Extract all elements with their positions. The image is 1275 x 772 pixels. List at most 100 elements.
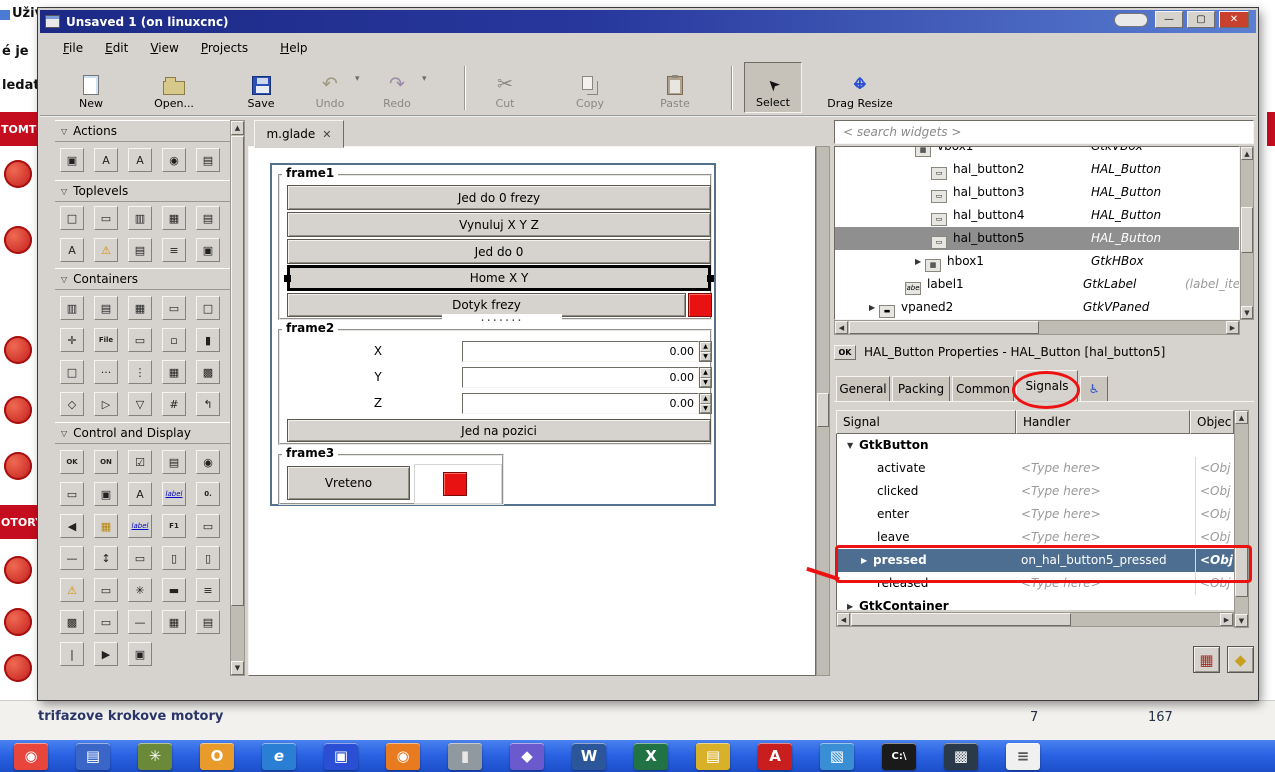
palette-spinbutton-icon[interactable]: 0. <box>196 482 220 506</box>
expander-icon[interactable]: ▶ <box>847 595 859 610</box>
expander-icon[interactable]: ▶ <box>869 296 879 319</box>
open-button[interactable]: Open... <box>143 62 205 113</box>
spin-up-icon[interactable]: ▲ <box>700 394 711 404</box>
palette-widget-icon[interactable]: ▤ <box>162 450 186 474</box>
window-extra-button[interactable] <box>1114 13 1148 27</box>
palette-widget-icon[interactable]: ▩ <box>196 360 220 384</box>
spin-up-icon[interactable]: ▲ <box>700 368 711 378</box>
signal-row-released[interactable]: released <Type here> <Obj <box>837 572 1234 595</box>
scroll-right-icon[interactable]: ▶ <box>1220 613 1233 626</box>
scroll-up-icon[interactable]: ▲ <box>1241 147 1253 160</box>
undo-button[interactable]: ↶ Undo <box>307 62 353 113</box>
palette-widget-icon[interactable]: □ <box>60 360 84 384</box>
palette-scrollbar[interactable]: ▲ ▼ <box>230 120 245 676</box>
design-button-jed-do-0[interactable]: Jed do 0 <box>287 239 711 264</box>
signals-scrollbar-thumb[interactable] <box>1235 545 1248 597</box>
palette-widget-icon[interactable]: ▣ <box>196 238 220 262</box>
taskbar-icon-save-utility[interactable]: ▣ <box>324 743 358 770</box>
taskbar-icon-outlook[interactable]: O <box>200 743 234 770</box>
signal-group-gtkcontainer[interactable]: ▶GtkContainer <box>837 595 1234 610</box>
palette-widget-icon[interactable]: ▭ <box>128 328 152 352</box>
design-button-jed-na-pozici[interactable]: Jed na pozici <box>287 419 711 442</box>
save-button[interactable]: Save <box>236 62 286 113</box>
tree-scrollbar-thumb[interactable] <box>1241 207 1253 253</box>
palette-widget-icon[interactable]: ▶ <box>94 642 118 666</box>
column-handler[interactable]: Handler <box>1016 410 1190 434</box>
palette-widget-icon[interactable]: ≡ <box>162 238 186 262</box>
taskbar-icon-file-manager[interactable]: ▤ <box>76 743 110 770</box>
signal-handler[interactable]: <Type here> <box>1021 480 1101 503</box>
widget-tree[interactable]: ▦vbox1 GtkVBox ▭hal_button2 HAL_Button ▭… <box>834 146 1240 320</box>
signal-row-clicked[interactable]: clicked <Type here> <Obj <box>837 480 1234 503</box>
maximize-button[interactable]: ▢ <box>1187 11 1215 28</box>
palette-warning-icon[interactable]: ⚠ <box>60 578 84 602</box>
palette-widget-icon[interactable]: ◇ <box>60 392 84 416</box>
palette-widget-icon[interactable]: ▣ <box>60 148 84 172</box>
signal-handler[interactable]: <Type here> <box>1021 457 1101 480</box>
signal-row-enter[interactable]: enter <Type here> <Obj <box>837 503 1234 526</box>
tab-common[interactable]: Common <box>952 376 1014 402</box>
taskbar-icon-notepad[interactable]: ≡ <box>1006 743 1040 770</box>
signal-object[interactable]: <Obj <box>1195 526 1230 549</box>
spin-down-icon[interactable]: ▼ <box>700 378 711 388</box>
palette-widget-icon[interactable]: ◉ <box>162 148 186 172</box>
tree-row-hal-button2[interactable]: ▭hal_button2 HAL_Button <box>835 158 1239 181</box>
taskbar-icon-paint[interactable]: ▧ <box>820 743 854 770</box>
palette-accel-icon[interactable]: F1 <box>162 514 186 538</box>
palette-widget-icon[interactable]: ▯ <box>196 546 220 570</box>
signal-object[interactable]: <Obj <box>1195 457 1230 480</box>
signal-handler[interactable]: <Type here> <box>1021 526 1101 549</box>
palette-widget-icon[interactable]: A <box>128 148 152 172</box>
signals-hscrollbar-thumb[interactable] <box>851 613 1071 626</box>
palette-widget-icon[interactable]: ▭ <box>94 578 118 602</box>
palette-widget-icon[interactable]: ▩ <box>60 610 84 634</box>
palette-toggle-icon[interactable]: ON <box>94 450 118 474</box>
statusbar-lock-button[interactable]: ◆ <box>1227 646 1254 673</box>
taskbar-icon-terminal[interactable]: C:\ <box>882 743 916 770</box>
scroll-down-icon[interactable]: ▼ <box>1241 306 1253 319</box>
titlebar[interactable]: Unsaved 1 (on linuxcnc) <box>40 10 1256 33</box>
undo-dropdown-icon[interactable]: ▾ <box>355 74 360 84</box>
palette-label-icon[interactable]: label <box>162 482 186 506</box>
copy-button[interactable]: Copy <box>565 62 615 113</box>
scroll-left-icon[interactable]: ◀ <box>835 321 848 334</box>
menu-edit[interactable]: Edit <box>96 38 137 58</box>
palette-widget-icon[interactable]: ▫ <box>162 328 186 352</box>
palette-widget-icon[interactable]: ✛ <box>60 328 84 352</box>
tree-row-hbox1[interactable]: ▶▦hbox1 GtkHBox <box>835 250 1239 273</box>
palette-widget-icon[interactable]: ▦ <box>128 296 152 320</box>
palette-widget-icon[interactable]: ▭ <box>128 546 152 570</box>
taskbar-icon-messenger[interactable]: ◆ <box>510 743 544 770</box>
widget-search-input[interactable]: < search widgets > <box>834 120 1254 144</box>
palette-widget-icon[interactable]: ▥ <box>128 206 152 230</box>
palette-widget-icon[interactable]: ▦ <box>162 610 186 634</box>
palette-ok-button-icon[interactable]: OK <box>60 450 84 474</box>
spinbutton-z-arrows[interactable]: ▲▼ <box>699 393 712 414</box>
signal-group-gtkbutton[interactable]: ▼GtkButton <box>837 434 1234 457</box>
palette-section-actions[interactable]: ▽Actions <box>55 120 231 142</box>
palette-scrollbar-thumb[interactable] <box>231 136 244 606</box>
palette-widget-icon[interactable]: A <box>128 482 152 506</box>
design-button-home-xy-selected[interactable]: Home X Y <box>287 265 711 291</box>
taskbar-icon-acrobat[interactable]: A <box>758 743 792 770</box>
canvas-scrollbar-thumb[interactable] <box>817 393 829 427</box>
palette-widget-icon[interactable]: ▷ <box>94 392 118 416</box>
expander-icon[interactable]: ▶ <box>915 250 925 273</box>
design-root-vbox[interactable]: frame1 Jed do 0 frezy Vynuluj X Y Z Jed … <box>270 163 716 506</box>
palette-widget-icon[interactable]: ▯ <box>162 546 186 570</box>
design-button-vynuluj-xyz[interactable]: Vynuluj X Y Z <box>287 212 711 237</box>
tab-accessibility[interactable]: ♿ <box>1080 376 1108 402</box>
palette-widget-icon[interactable]: # <box>162 392 186 416</box>
signal-handler[interactable]: <Type here> <box>1021 572 1101 595</box>
palette-widget-icon[interactable]: ▤ <box>196 206 220 230</box>
tab-signals[interactable]: Signals <box>1016 370 1078 402</box>
spin-down-icon[interactable]: ▼ <box>700 352 711 362</box>
spinbutton-y[interactable]: 0.00 <box>462 367 699 388</box>
selection-handle[interactable] <box>284 275 291 282</box>
palette-widget-icon[interactable]: | <box>60 642 84 666</box>
palette-widget-icon[interactable]: □ <box>196 296 220 320</box>
scroll-left-icon[interactable]: ◀ <box>837 613 850 626</box>
palette-label-icon[interactable]: label <box>128 514 152 538</box>
paned-grip-dots[interactable]: ······· <box>442 314 562 329</box>
palette-widget-icon[interactable]: ▤ <box>196 148 220 172</box>
